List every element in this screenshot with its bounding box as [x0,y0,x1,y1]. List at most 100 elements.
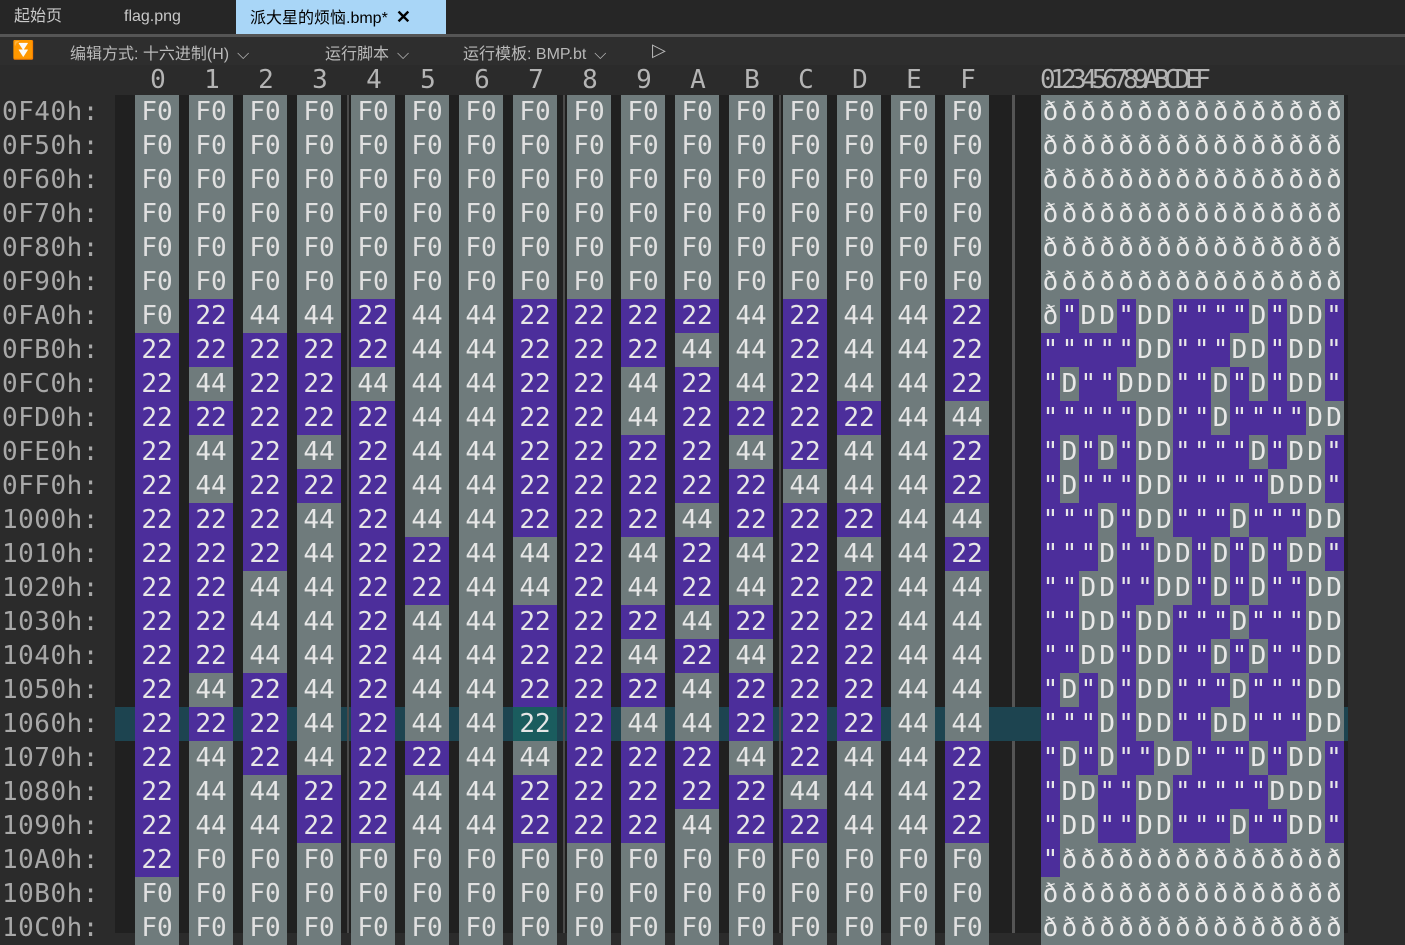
ascii-char-cell[interactable]: ð [1116,95,1136,129]
hex-byte-cell[interactable]: F0 [621,197,665,231]
hex-byte-cell[interactable]: 44 [459,809,503,843]
ascii-char-cell[interactable]: ð [1154,843,1174,877]
ascii-char-cell[interactable]: " [1192,333,1212,367]
ascii-char-cell[interactable]: ð [1059,877,1079,911]
hex-byte-cell[interactable]: 22 [135,401,179,435]
ascii-char-cell[interactable]: " [1230,775,1249,809]
hex-byte-cell[interactable]: F0 [135,129,179,163]
ascii-char-cell[interactable]: " [1267,503,1287,537]
ascii-char-cell[interactable]: " [1324,775,1344,809]
ascii-char-cell[interactable]: ð [1248,129,1268,163]
hex-byte-cell[interactable]: 22 [351,401,395,435]
ascii-char-cell[interactable]: ð [1324,231,1344,265]
ascii-char-cell[interactable]: ð [1097,231,1117,265]
hex-byte-cell[interactable]: 22 [189,571,233,605]
hex-byte-cell[interactable]: 22 [675,571,719,605]
ascii-char-cell[interactable]: " [1116,775,1136,809]
ascii-char-cell[interactable]: ð [1248,95,1268,129]
hex-byte-cell[interactable]: 22 [135,333,179,367]
ascii-char-cell[interactable]: " [1041,775,1060,809]
ascii-char-cell[interactable]: D [1173,537,1193,571]
ascii-char-cell[interactable]: ð [1248,843,1268,877]
hex-byte-cell[interactable]: F0 [945,911,989,945]
hex-byte-cell[interactable]: 44 [405,333,449,367]
ascii-char-cell[interactable]: D [1324,401,1344,435]
ascii-char-cell[interactable]: D [1154,503,1174,537]
ascii-char-cell[interactable]: ð [1305,911,1325,945]
ascii-char-cell[interactable]: " [1041,435,1060,469]
ascii-char-cell[interactable]: " [1192,741,1212,775]
hex-byte-cell[interactable]: F0 [297,163,341,197]
ascii-char-cell[interactable]: ð [1059,197,1079,231]
ascii-char-cell[interactable]: ð [1211,231,1231,265]
ascii-char-cell[interactable]: D [1154,401,1174,435]
hex-byte-cell[interactable]: F0 [783,843,827,877]
collapse-icon[interactable]: ⏬ [12,40,34,61]
hex-byte-cell[interactable]: 22 [567,605,611,639]
hex-byte-cell[interactable]: F0 [675,877,719,911]
hex-byte-cell[interactable]: 22 [405,741,449,775]
ascii-char-cell[interactable]: ð [1192,877,1212,911]
ascii-char-cell[interactable]: D [1135,299,1155,333]
hex-byte-cell[interactable]: 22 [567,503,611,537]
ascii-char-cell[interactable]: ð [1324,163,1344,197]
hex-byte-cell[interactable]: F0 [567,95,611,129]
hex-byte-cell[interactable]: 44 [405,673,449,707]
hex-byte-cell[interactable]: F0 [405,95,449,129]
ascii-char-cell[interactable]: " [1192,809,1212,843]
ascii-char-cell[interactable]: D [1211,707,1231,741]
hex-byte-cell[interactable]: 22 [675,639,719,673]
ascii-char-cell[interactable]: " [1173,435,1193,469]
ascii-char-cell[interactable]: D [1248,741,1268,775]
ascii-char-cell[interactable]: " [1173,775,1193,809]
hex-byte-cell[interactable]: F0 [675,265,719,299]
hex-byte-cell[interactable]: F0 [891,197,935,231]
hex-byte-cell[interactable]: 44 [945,605,989,639]
ascii-char-cell[interactable]: ð [1248,163,1268,197]
hex-byte-cell[interactable]: 44 [729,537,773,571]
hex-byte-cell[interactable]: 22 [351,571,395,605]
ascii-char-cell[interactable]: " [1248,469,1268,503]
hex-byte-cell[interactable]: 44 [945,707,989,741]
hex-byte-cell[interactable]: F0 [783,877,827,911]
hex-byte-cell[interactable]: F0 [243,265,287,299]
hex-byte-cell[interactable]: F0 [891,163,935,197]
hex-byte-cell[interactable]: 44 [459,605,503,639]
hex-byte-cell[interactable]: 22 [621,333,665,367]
ascii-char-cell[interactable]: " [1267,333,1287,367]
hex-byte-cell[interactable]: F0 [189,163,233,197]
ascii-char-cell[interactable]: D [1248,537,1268,571]
hex-byte-cell[interactable]: F0 [405,877,449,911]
ascii-char-cell[interactable]: " [1248,673,1268,707]
ascii-char-cell[interactable]: " [1041,469,1060,503]
hex-byte-cell[interactable]: F0 [243,877,287,911]
hex-byte-cell[interactable]: 22 [783,673,827,707]
hex-byte-cell[interactable]: F0 [297,843,341,877]
ascii-char-cell[interactable]: " [1041,537,1060,571]
ascii-char-cell[interactable]: ð [1267,843,1287,877]
ascii-char-cell[interactable]: ð [1135,129,1155,163]
hex-byte-cell[interactable]: 44 [891,435,935,469]
hex-byte-cell[interactable]: 44 [891,809,935,843]
hex-byte-cell[interactable]: 44 [243,299,287,333]
ascii-char-cell[interactable]: " [1116,707,1136,741]
ascii-char-cell[interactable]: " [1211,469,1231,503]
hex-byte-cell[interactable]: 22 [945,775,989,809]
hex-byte-cell[interactable]: 22 [621,605,665,639]
hex-byte-cell[interactable]: 44 [189,435,233,469]
ascii-char-cell[interactable]: ð [1059,265,1079,299]
ascii-char-cell[interactable]: D [1286,435,1306,469]
hex-byte-cell[interactable]: F0 [351,843,395,877]
hex-byte-cell[interactable]: 22 [135,673,179,707]
hex-byte-cell[interactable]: 22 [513,605,557,639]
hex-byte-cell[interactable]: F0 [567,163,611,197]
hex-byte-cell[interactable]: 22 [783,537,827,571]
ascii-char-cell[interactable]: " [1097,367,1117,401]
ascii-char-cell[interactable]: " [1078,435,1098,469]
hex-byte-cell[interactable]: 44 [675,333,719,367]
ascii-char-cell[interactable]: D [1135,367,1155,401]
ascii-char-cell[interactable]: ð [1173,877,1193,911]
hex-byte-cell[interactable]: 22 [783,571,827,605]
ascii-char-cell[interactable]: ð [1173,911,1193,945]
hex-byte-cell[interactable]: 44 [837,435,881,469]
